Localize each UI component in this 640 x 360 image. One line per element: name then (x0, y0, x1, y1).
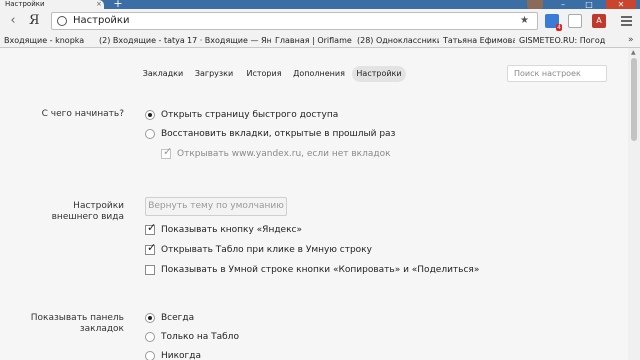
option-label: Открыть страницу быстрого доступа (161, 110, 339, 120)
appearance-section-label: Настройки внешнего вида (51, 201, 124, 222)
tab-settings[interactable]: Настройки × (0, 0, 104, 9)
back-arrow-icon[interactable]: ‹ (5, 13, 21, 29)
tab-settings-active[interactable]: Настройки (352, 66, 406, 82)
tab-strip: Настройки × + – □ ✕ (0, 0, 640, 9)
mail-extension-icon[interactable]: 4 (545, 14, 562, 31)
scroll-up-arrow-icon[interactable]: ▲ (631, 50, 636, 56)
maximize-button[interactable]: □ (578, 0, 600, 9)
bookmarks-bar: Входящие - knopka (2) Входящие - tatya 1… (0, 33, 640, 48)
reset-theme-button[interactable]: Вернуть тему по умолчанию (145, 197, 287, 216)
checkbox-checked[interactable]: ✓ (145, 221, 157, 235)
check-icon: ✓ (163, 145, 173, 158)
tab-title: Настройки (5, 0, 45, 8)
address-text[interactable]: Настройки (73, 13, 129, 29)
bookmark-item[interactable]: Татьяна Ефимова (443, 33, 515, 47)
tab-extensions[interactable]: Дополнения (291, 66, 347, 82)
radio-unchecked[interactable] (145, 351, 155, 360)
option-label: Никогда (161, 351, 202, 360)
bookmark-star-icon[interactable]: ★ (520, 13, 529, 29)
new-tab-button[interactable]: + (111, 0, 125, 9)
settings-search-input[interactable]: Поиск настроек (507, 65, 607, 82)
option-label: Открывать Табло при клике в Умную строку (161, 245, 372, 255)
search-icon (57, 16, 67, 26)
extension-badge: 4 (556, 24, 562, 31)
close-window-button[interactable]: ✕ (606, 0, 636, 9)
tab-close-icon[interactable]: × (96, 0, 102, 9)
bookmark-item[interactable]: (2) Входящие - tatya (99, 33, 187, 47)
yandex-logo-button[interactable]: Я (29, 13, 40, 29)
bookmark-item[interactable]: Входящие - knopka (4, 33, 92, 47)
option-label: Восстановить вкладки, открытые в прошлый… (161, 129, 396, 139)
minimize-button[interactable]: – (552, 0, 574, 9)
bookmarks-bar-section-label: Показывать панель закладок (30, 313, 124, 334)
bookmark-item[interactable]: 17 · Входящие — Ян (187, 33, 271, 47)
option-label: Показывать кнопку «Яндекс» (161, 225, 302, 235)
radio-unchecked[interactable] (145, 129, 155, 139)
checkbox-disabled: ✓ (161, 145, 173, 159)
page-scrollbar[interactable]: ▲ (628, 48, 640, 360)
option-label: Показывать в Умной строке кнопки «Копиро… (161, 265, 480, 275)
radio-unchecked[interactable] (145, 332, 155, 342)
checkbox-unchecked[interactable] (145, 265, 155, 275)
radio-checked[interactable] (145, 110, 155, 120)
check-icon: ✓ (147, 241, 157, 254)
settings-page: Закладки Загрузки История Дополнения Нас… (0, 48, 628, 360)
extension-icon[interactable] (568, 14, 582, 28)
tab-history[interactable]: История (244, 66, 284, 82)
bookmark-item[interactable]: Главная | Oriflame (275, 33, 357, 47)
bookmark-item[interactable]: (28) Одноклассники (357, 33, 439, 47)
checkbox-checked[interactable]: ✓ (145, 241, 157, 255)
scrollbar-thumb[interactable] (631, 58, 637, 141)
pdf-extension-icon[interactable]: A (592, 14, 606, 28)
browser-toolbar: ‹ Я Настройки ★ 4 A (0, 9, 640, 33)
option-label: Открывать www.yandex.ru, если нет вкладо… (177, 149, 391, 159)
address-bar[interactable]: Настройки ★ (51, 12, 538, 30)
startup-section-label: С чего начинать? (41, 109, 124, 119)
radio-checked[interactable] (145, 313, 155, 323)
profile-avatar[interactable] (527, 0, 543, 9)
bookmark-item[interactable]: GISMETEO.RU: Погод (519, 33, 625, 47)
option-label: Всегда (161, 313, 195, 323)
bookmarks-overflow-icon[interactable]: » (628, 33, 634, 47)
tab-downloads[interactable]: Загрузки (193, 66, 235, 82)
check-icon: ✓ (147, 221, 157, 234)
menu-icon[interactable] (621, 16, 632, 28)
tab-bookmarks[interactable]: Закладки (140, 66, 186, 82)
option-label: Только на Табло (161, 332, 239, 342)
